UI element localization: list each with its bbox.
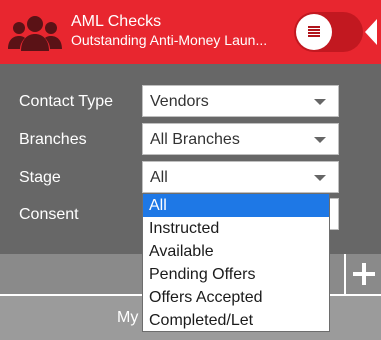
dropdown-option-all[interactable]: All — [143, 194, 329, 217]
dropdown-option-completed-let[interactable]: Completed/Let — [143, 309, 329, 332]
stage-label: Stage — [19, 169, 61, 186]
add-button[interactable] — [344, 254, 381, 294]
chevron-down-icon — [314, 137, 326, 143]
users-group-icon — [8, 16, 62, 51]
page-subtitle: Outstanding Anti-Money Laun... — [71, 32, 268, 48]
toggle-knob[interactable] — [296, 14, 332, 50]
chevron-down-icon — [314, 175, 326, 181]
header-toggle[interactable] — [294, 12, 363, 52]
dropdown-option-instructed[interactable]: Instructed — [143, 217, 329, 240]
dropdown-option-pending-offers[interactable]: Pending Offers — [143, 263, 329, 286]
plus-icon — [353, 263, 375, 285]
branches-label: Branches — [19, 131, 87, 148]
dropdown-option-available[interactable]: Available — [143, 240, 329, 263]
collapse-arrow-icon[interactable] — [365, 19, 377, 45]
contact-type-label: Contact Type — [19, 93, 113, 110]
contact-type-value: Vendors — [150, 93, 209, 110]
dropdown-option-offers-accepted[interactable]: Offers Accepted — [143, 286, 329, 309]
stage-select[interactable]: All — [142, 161, 339, 193]
branches-value: All Branches — [150, 131, 240, 148]
stage-value: All — [150, 169, 168, 186]
page-title: AML Checks — [71, 13, 162, 30]
consent-label: Consent — [19, 206, 79, 223]
stage-dropdown-list[interactable]: All Instructed Available Pending Offers … — [142, 193, 330, 332]
list-icon — [308, 26, 320, 37]
branches-select[interactable]: All Branches — [142, 123, 339, 155]
chevron-down-icon — [314, 99, 326, 105]
contact-type-select[interactable]: Vendors — [142, 85, 339, 117]
tab-label: My — [117, 309, 139, 326]
app-header: AML Checks Outstanding Anti-Money Laun..… — [0, 0, 381, 64]
